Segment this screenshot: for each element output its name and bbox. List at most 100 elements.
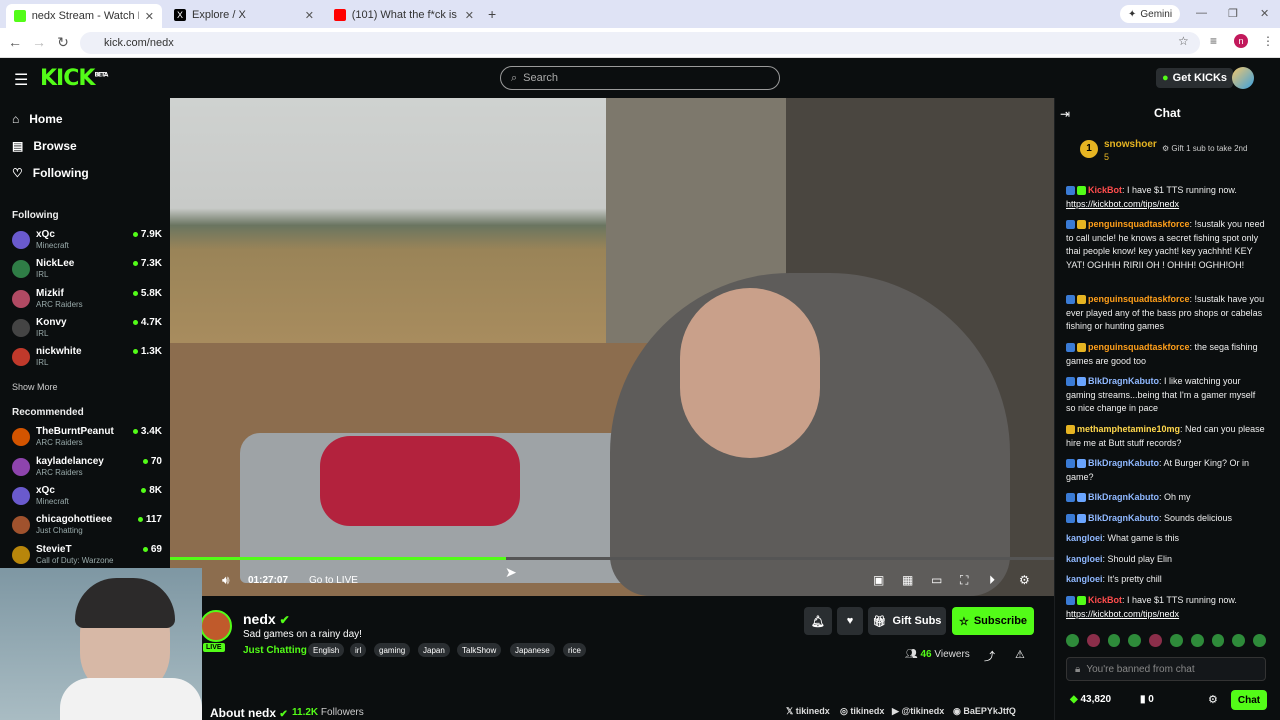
- recommended-channel-chicagohottieee[interactable]: chicagohottieee Just Chatting 117: [12, 514, 162, 542]
- following-channel-mizkif[interactable]: Mizkif ARC Raiders 5.8K: [12, 288, 162, 316]
- chat-send-button[interactable]: Chat: [1231, 690, 1267, 710]
- gift-badge-icon: [1077, 220, 1086, 230]
- bookmark-star-icon[interactable]: ☆: [1178, 34, 1189, 48]
- new-tab-icon[interactable]: +: [488, 6, 496, 22]
- close-tab-icon[interactable]: ✕: [305, 9, 314, 22]
- following-channel-nickwhite[interactable]: nickwhite IRL 1.3K: [12, 346, 162, 374]
- share-icon[interactable]: ⤴: [984, 648, 995, 664]
- gift-sub-prompt[interactable]: ⚙ Gift 1 sub to take 2nd: [1162, 144, 1247, 153]
- verified-badge-icon: [1077, 186, 1086, 196]
- video-player[interactable]: [170, 98, 1054, 596]
- sub-badge-icon: [1066, 220, 1075, 230]
- maximize-icon[interactable]: ❐: [1228, 7, 1238, 20]
- tag-english[interactable]: English: [308, 643, 345, 657]
- recommended-channel-kayladelancey[interactable]: kayladelancey ARC Raiders 70: [12, 456, 162, 484]
- emote-icon[interactable]: [1190, 634, 1204, 647]
- social-x-link[interactable]: 𝕏 tikinedx: [786, 706, 830, 717]
- user-avatar[interactable]: [1232, 67, 1254, 89]
- following-channel-nicklee[interactable]: NickLee IRL 7.3K: [12, 258, 162, 286]
- tag-japanese[interactable]: Japanese: [510, 643, 555, 657]
- back-icon[interactable]: ←: [6, 34, 24, 50]
- heart-icon: ♡: [12, 166, 23, 180]
- url-field[interactable]: kick.com/nedx: [80, 32, 1200, 54]
- minimize-icon[interactable]: —: [1196, 7, 1207, 19]
- nav-following[interactable]: ♡ Following: [12, 163, 89, 183]
- tag-irl[interactable]: irl: [350, 643, 367, 657]
- following-channel-konvy[interactable]: Konvy IRL 4.7K: [12, 317, 162, 345]
- get-kicks-button[interactable]: ● Get KICKs: [1156, 68, 1234, 88]
- recommended-channel-xqc[interactable]: xQc Minecraft 8K: [12, 485, 162, 513]
- tag-japan[interactable]: Japan: [418, 643, 450, 657]
- follow-heart-icon[interactable]: ♥: [837, 607, 863, 635]
- channel-name[interactable]: nedx ✔: [243, 611, 290, 627]
- emote-icon[interactable]: [1128, 634, 1142, 647]
- gift-subs-button[interactable]: 🎁︎ Gift Subs: [868, 607, 946, 635]
- volume-icon[interactable]: 🔊︎: [222, 573, 230, 588]
- nav-browse[interactable]: ▤ Browse: [12, 136, 77, 156]
- lock-icon: 🔒︎: [1075, 663, 1081, 675]
- followers-count: 11.2K Followers: [292, 707, 364, 718]
- mod-badge-icon: [1077, 514, 1086, 524]
- kick-logo[interactable]: KICKBETA: [40, 66, 108, 91]
- emote-icon[interactable]: [1211, 634, 1225, 647]
- browser-menu-icon[interactable]: ⋮: [1262, 34, 1274, 48]
- channel-avatar: [12, 428, 30, 446]
- tag-rice[interactable]: rice: [563, 643, 586, 657]
- gemini-button[interactable]: ✦ Gemini: [1120, 5, 1181, 23]
- forward-icon[interactable]: →: [30, 34, 48, 50]
- chat-settings-icon[interactable]: ⚙: [1208, 693, 1218, 706]
- close-tab-icon[interactable]: ✕: [465, 9, 474, 22]
- notification-bell-icon[interactable]: 🔔︎: [804, 607, 832, 635]
- hamburger-menu-icon[interactable]: ☰: [14, 70, 28, 90]
- close-tab-icon[interactable]: ✕: [145, 10, 154, 23]
- tab-nedx-stream[interactable]: nedx Stream - Watch Live on K ✕: [6, 4, 162, 28]
- channel-avatar: [12, 260, 30, 278]
- chat-link[interactable]: https://kickbot.com/tips/nedx: [1066, 199, 1179, 209]
- sub-badge-icon: [1066, 343, 1075, 353]
- gift-leaderboard: 1 snowshoer 5 ⚙ Gift 1 sub to take 2nd: [1056, 134, 1278, 174]
- kicks-coin-icon: ●: [1162, 72, 1169, 84]
- emote-icon[interactable]: [1086, 634, 1100, 647]
- tab-youtube[interactable]: (101) What the f*ck is going on ✕: [326, 4, 482, 26]
- social-youtube-link[interactable]: ▶ @tikinedx: [892, 706, 944, 717]
- gift-badge-icon: [1077, 343, 1086, 353]
- emote-icon[interactable]: [1232, 634, 1246, 647]
- show-more-link[interactable]: Show More: [12, 382, 58, 392]
- tag-talkshow[interactable]: TalkShow: [457, 643, 502, 657]
- subscribe-button[interactable]: ☆ Subscribe: [952, 607, 1034, 635]
- chat-link[interactable]: https://kickbot.com/tips/nedx: [1066, 609, 1179, 619]
- collapse-chat-icon[interactable]: ⇥: [1060, 107, 1070, 121]
- reload-icon[interactable]: ↻: [54, 34, 72, 51]
- tag-gaming[interactable]: gaming: [374, 643, 411, 657]
- emote-icon[interactable]: [1253, 634, 1266, 647]
- miniplayer-icon[interactable]: ▣: [873, 573, 884, 587]
- youtube-favicon-icon: [334, 9, 346, 21]
- social-instagram-link[interactable]: ◎ tikinedx: [840, 706, 884, 717]
- close-window-icon[interactable]: ✕: [1260, 7, 1269, 20]
- emote-icon[interactable]: [1149, 634, 1162, 647]
- theater-mode-icon[interactable]: ▭: [931, 573, 942, 587]
- media-control-icon[interactable]: ≡: [1210, 34, 1217, 48]
- category-link[interactable]: Just Chatting: [243, 645, 307, 656]
- profile-avatar[interactable]: n: [1234, 34, 1248, 48]
- tab-explore-x[interactable]: X Explore / X ✕: [166, 4, 322, 26]
- channel-points[interactable]: ◆ 43,820: [1070, 694, 1111, 705]
- emote-icon[interactable]: [1066, 634, 1079, 647]
- channel-avatar[interactable]: [200, 610, 232, 642]
- search-input[interactable]: ⌕ Search: [500, 66, 780, 90]
- settings-gear-icon[interactable]: ⚙: [1019, 573, 1030, 587]
- emote-bar: [1066, 634, 1266, 648]
- kicks-balance[interactable]: ▮ 0: [1140, 694, 1154, 705]
- social-discord-link[interactable]: ◉ BaEPYkJtfQ: [953, 706, 1016, 717]
- emote-icon[interactable]: [1107, 634, 1121, 647]
- recommended-channel-theburntpeanut[interactable]: TheBurntPeanut ARC Raiders 3.4K: [12, 426, 162, 454]
- fullscreen-icon[interactable]: ⛶: [960, 573, 968, 588]
- following-channel-xqc[interactable]: xQc Minecraft 7.9K: [12, 229, 162, 257]
- leaderboard-count: 5: [1104, 152, 1110, 162]
- go-to-live-button[interactable]: Go to LIVE: [309, 575, 358, 586]
- report-warning-icon[interactable]: ⚠: [1015, 648, 1025, 661]
- emote-icon[interactable]: [1169, 634, 1183, 647]
- clip-icon[interactable]: ▦: [902, 573, 913, 587]
- nav-home[interactable]: ⌂ Home: [12, 109, 63, 129]
- playback-icon[interactable]: ⏵: [989, 573, 995, 588]
